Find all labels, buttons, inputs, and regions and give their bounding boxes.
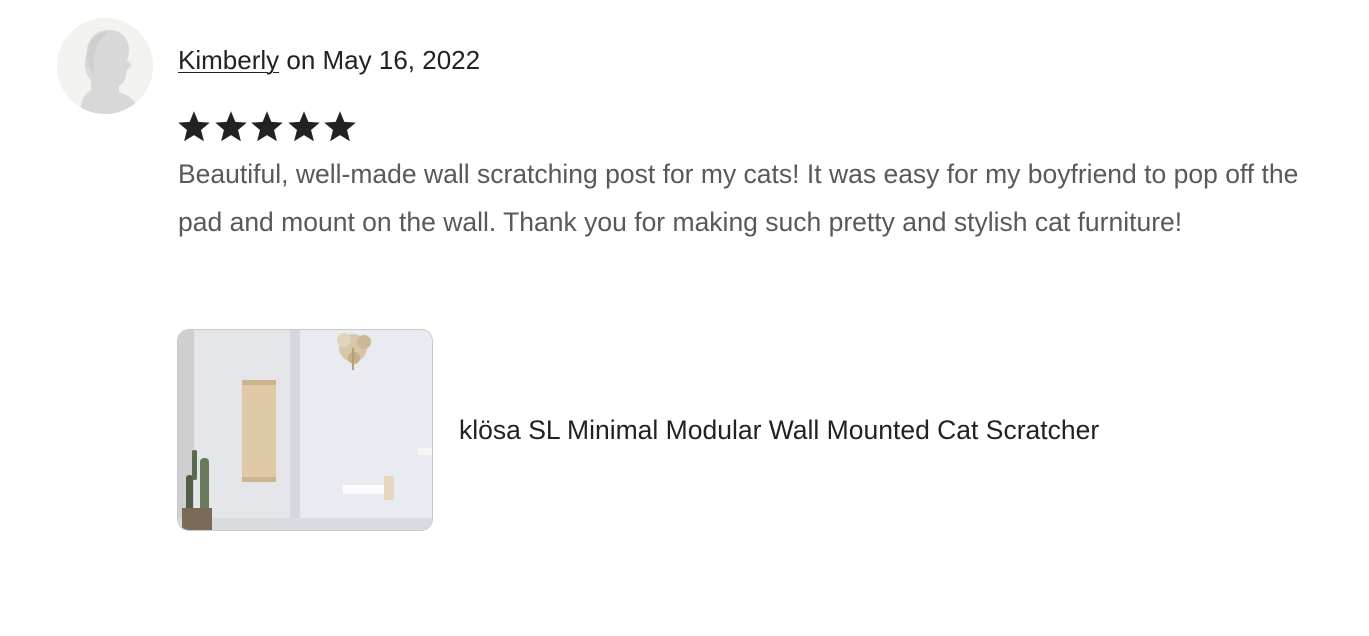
star-filled-icon [251, 111, 283, 142]
product-title[interactable]: klösa SL Minimal Modular Wall Mounted Ca… [459, 414, 1099, 446]
review-card: Kimberly on May 16, 2022 Beautiful, well… [0, 0, 1369, 636]
avatar[interactable] [57, 18, 153, 114]
product-photo [178, 330, 432, 530]
star-filled-icon [178, 111, 210, 142]
star-filled-icon [287, 111, 320, 142]
star-filled-icon [214, 111, 247, 142]
review-date: on May 16, 2022 [286, 45, 481, 75]
star-filled-icon [324, 111, 356, 142]
reviewed-product-link[interactable]: klösa SL Minimal Modular Wall Mounted Ca… [177, 329, 1277, 531]
review-text: Beautiful, well-made wall scratching pos… [178, 159, 1299, 237]
product-thumbnail[interactable] [177, 329, 433, 531]
review-byline: Kimberly on May 16, 2022 [178, 44, 480, 76]
star-rating [176, 108, 359, 148]
default-user-silhouette-icon [57, 18, 153, 114]
reviewer-name-link[interactable]: Kimberly [178, 45, 279, 75]
